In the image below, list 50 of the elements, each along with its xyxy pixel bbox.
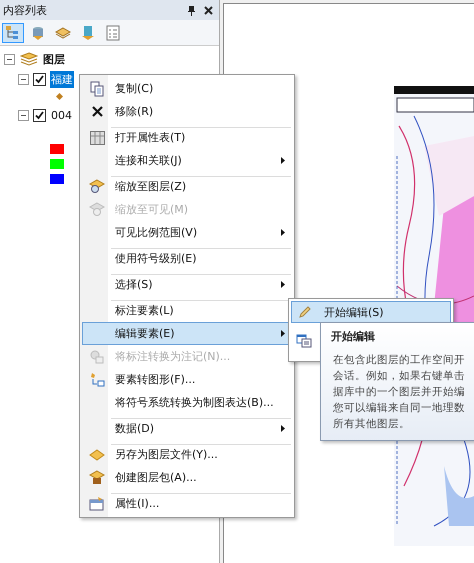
collapse-toggle[interactable] xyxy=(18,74,29,84)
feature-graphic-icon xyxy=(89,372,105,387)
copy-icon xyxy=(90,80,104,96)
menu-item[interactable]: 复制(C) xyxy=(82,77,292,100)
tooltip-title: 开始编辑 xyxy=(331,329,376,344)
menu-item[interactable]: 开始编辑(S) xyxy=(291,301,451,323)
diamond-icon xyxy=(89,448,105,460)
options-icon xyxy=(105,25,121,41)
menu-item[interactable]: 要素转图形(F)... xyxy=(82,368,292,391)
layer-checkbox[interactable] xyxy=(33,108,46,122)
menu-item[interactable]: 连接和关联(J) xyxy=(82,149,292,172)
properties-icon xyxy=(89,496,105,511)
menu-item[interactable]: 创建图层包(A)... xyxy=(82,466,292,489)
layer-label[interactable]: 福建 xyxy=(50,70,74,88)
toolbar-button[interactable] xyxy=(2,23,24,43)
download-icon xyxy=(80,25,96,41)
layer-label[interactable]: 004 xyxy=(50,108,73,122)
point-symbol-icon xyxy=(56,92,63,100)
tree-list-icon xyxy=(5,25,21,41)
collapse-toggle[interactable] xyxy=(18,110,29,120)
table-icon xyxy=(90,130,104,144)
zoom-layer-icon xyxy=(89,179,105,194)
tooltip-text: 会话。例如，如果右键单击 xyxy=(332,369,466,384)
submenu-arrow-icon xyxy=(281,330,285,337)
tooltip-text: 所有其他图层。 xyxy=(332,417,411,432)
pencil-icon xyxy=(298,305,312,319)
remove-icon xyxy=(92,106,102,117)
editor-window-icon[interactable] xyxy=(296,334,312,348)
menu-item[interactable]: 可见比例范围(V) xyxy=(82,221,292,244)
menu-item[interactable]: 将符号系统转换为制图表达(B)... xyxy=(82,391,292,414)
pin-icon[interactable] xyxy=(187,4,196,16)
package-icon xyxy=(89,470,105,485)
tooltip-text: 您可以编辑来自同一地理数 xyxy=(332,401,466,416)
collapse-toggle[interactable] xyxy=(4,54,15,64)
layers-icon xyxy=(55,25,71,41)
tooltip-text: 在包含此图层的工作空间开 xyxy=(332,353,466,368)
zoom-visible-icon xyxy=(89,202,105,217)
database-icon xyxy=(30,25,46,41)
menu-item[interactable]: 移除(R) xyxy=(82,100,292,123)
submenu-arrow-icon xyxy=(281,157,285,164)
submenu-arrow-icon xyxy=(281,229,285,236)
submenu-arrow-icon xyxy=(281,425,285,432)
layer-checkbox[interactable] xyxy=(33,72,46,86)
tooltip-text: 据库中的一个图层并开始编 xyxy=(332,385,466,400)
convert-icon xyxy=(89,350,105,364)
panel-title: 内容列表 xyxy=(3,2,47,18)
close-icon[interactable] xyxy=(204,6,213,14)
layer-group-label[interactable]: 图层 xyxy=(43,52,65,66)
layers-icon xyxy=(20,52,38,66)
submenu-arrow-icon xyxy=(281,281,285,288)
